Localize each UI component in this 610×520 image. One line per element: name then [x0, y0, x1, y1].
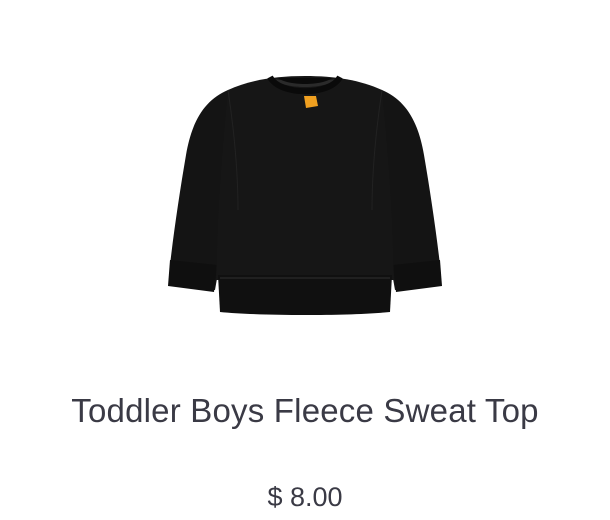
- brand-tag: [304, 96, 318, 108]
- sweatshirt-icon: [168, 75, 442, 315]
- product-price: $ 8.00: [267, 482, 343, 512]
- product-card[interactable]: Toddler Boys Fleece Sweat Top $ 8.00: [0, 0, 610, 520]
- product-image[interactable]: [150, 60, 460, 330]
- waistband: [218, 275, 392, 315]
- garment-body: [216, 76, 394, 280]
- left-cuff: [168, 260, 217, 292]
- right-cuff: [393, 260, 442, 292]
- product-title[interactable]: Toddler Boys Fleece Sweat Top: [0, 392, 610, 430]
